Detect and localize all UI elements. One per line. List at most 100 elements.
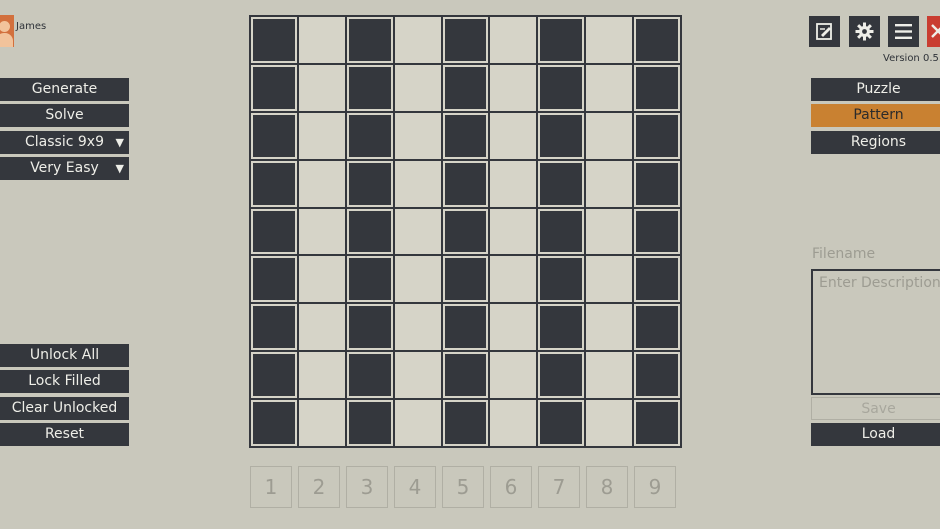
board-cell-r1c6[interactable] — [490, 17, 537, 63]
board-cell-r9c1[interactable] — [251, 400, 297, 446]
board-cell-r5c8[interactable] — [586, 208, 633, 255]
variant-dropdown[interactable]: Classic 9x9 ▼ — [0, 131, 129, 154]
board-cell-r9c9[interactable] — [634, 400, 680, 446]
board-cell-r1c2[interactable] — [298, 17, 345, 63]
tab-pattern[interactable]: Pattern — [811, 104, 940, 127]
board-cell-r7c4[interactable] — [394, 304, 441, 351]
board-cell-r4c6[interactable] — [490, 160, 537, 207]
board-cell-r7c9[interactable] — [634, 304, 680, 351]
close-button[interactable] — [927, 16, 940, 47]
board-cell-r7c7[interactable] — [538, 304, 585, 351]
board-cell-r5c5[interactable] — [442, 208, 489, 255]
board-cell-r2c4[interactable] — [394, 64, 441, 111]
board-cell-r8c7[interactable] — [538, 352, 585, 399]
load-button[interactable]: Load — [811, 423, 940, 446]
board-cell-r9c3[interactable] — [346, 400, 393, 446]
board-cell-r9c5[interactable] — [442, 400, 489, 446]
lock-filled-button[interactable]: Lock Filled — [0, 370, 129, 393]
board-cell-r8c4[interactable] — [394, 352, 441, 399]
board-cell-r6c4[interactable] — [394, 256, 441, 303]
number-button-5[interactable]: 5 — [442, 466, 484, 508]
board-cell-r5c6[interactable] — [490, 208, 537, 255]
board-cell-r6c2[interactable] — [298, 256, 345, 303]
board-cell-r2c2[interactable] — [298, 64, 345, 111]
board-cell-r9c8[interactable] — [586, 400, 633, 446]
board-cell-r6c9[interactable] — [634, 256, 680, 303]
description-input[interactable] — [811, 269, 940, 395]
board-cell-r5c1[interactable] — [251, 208, 297, 255]
board-cell-r4c4[interactable] — [394, 160, 441, 207]
board-cell-r9c7[interactable] — [538, 400, 585, 446]
number-button-4[interactable]: 4 — [394, 466, 436, 508]
board-cell-r3c9[interactable] — [634, 112, 680, 159]
board-cell-r6c6[interactable] — [490, 256, 537, 303]
settings-button[interactable] — [849, 16, 880, 47]
number-button-6[interactable]: 6 — [490, 466, 532, 508]
solve-button[interactable]: Solve — [0, 104, 129, 127]
board-cell-r3c4[interactable] — [394, 112, 441, 159]
board-cell-r4c8[interactable] — [586, 160, 633, 207]
board-cell-r5c2[interactable] — [298, 208, 345, 255]
number-button-2[interactable]: 2 — [298, 466, 340, 508]
number-button-9[interactable]: 9 — [634, 466, 676, 508]
board-cell-r2c5[interactable] — [442, 64, 489, 111]
board-cell-r2c9[interactable] — [634, 64, 680, 111]
unlock-all-button[interactable]: Unlock All — [0, 344, 129, 367]
reset-button[interactable]: Reset — [0, 423, 129, 446]
board-cell-r1c7[interactable] — [538, 17, 585, 63]
board-cell-r7c3[interactable] — [346, 304, 393, 351]
board-cell-r5c7[interactable] — [538, 208, 585, 255]
board-cell-r3c3[interactable] — [346, 112, 393, 159]
board-cell-r3c5[interactable] — [442, 112, 489, 159]
board-cell-r1c3[interactable] — [346, 17, 393, 63]
number-button-8[interactable]: 8 — [586, 466, 628, 508]
board-cell-r6c5[interactable] — [442, 256, 489, 303]
board-cell-r4c9[interactable] — [634, 160, 680, 207]
board-cell-r4c1[interactable] — [251, 160, 297, 207]
board-cell-r2c1[interactable] — [251, 64, 297, 111]
board-cell-r2c6[interactable] — [490, 64, 537, 111]
board-cell-r5c4[interactable] — [394, 208, 441, 255]
tab-puzzle[interactable]: Puzzle — [811, 78, 940, 101]
board-cell-r3c2[interactable] — [298, 112, 345, 159]
board-cell-r9c2[interactable] — [298, 400, 345, 446]
board-cell-r9c4[interactable] — [394, 400, 441, 446]
board-cell-r1c5[interactable] — [442, 17, 489, 63]
edit-button[interactable] — [809, 16, 840, 47]
board-cell-r3c8[interactable] — [586, 112, 633, 159]
board-cell-r8c3[interactable] — [346, 352, 393, 399]
board-cell-r7c6[interactable] — [490, 304, 537, 351]
board-cell-r2c3[interactable] — [346, 64, 393, 111]
board-cell-r2c7[interactable] — [538, 64, 585, 111]
board-cell-r2c8[interactable] — [586, 64, 633, 111]
board-cell-r9c6[interactable] — [490, 400, 537, 446]
board-cell-r5c9[interactable] — [634, 208, 680, 255]
generate-button[interactable]: Generate — [0, 78, 129, 101]
board-cell-r4c2[interactable] — [298, 160, 345, 207]
board-cell-r6c1[interactable] — [251, 256, 297, 303]
board-cell-r8c2[interactable] — [298, 352, 345, 399]
board-cell-r7c2[interactable] — [298, 304, 345, 351]
board-cell-r1c8[interactable] — [586, 17, 633, 63]
board-cell-r8c6[interactable] — [490, 352, 537, 399]
board-cell-r6c3[interactable] — [346, 256, 393, 303]
board-cell-r6c7[interactable] — [538, 256, 585, 303]
board-cell-r1c9[interactable] — [634, 17, 680, 63]
board-cell-r4c3[interactable] — [346, 160, 393, 207]
menu-button[interactable] — [888, 16, 919, 47]
number-button-7[interactable]: 7 — [538, 466, 580, 508]
board-cell-r7c1[interactable] — [251, 304, 297, 351]
board-cell-r5c3[interactable] — [346, 208, 393, 255]
board-cell-r8c9[interactable] — [634, 352, 680, 399]
board-cell-r7c5[interactable] — [442, 304, 489, 351]
board-cell-r8c5[interactable] — [442, 352, 489, 399]
board-cell-r7c8[interactable] — [586, 304, 633, 351]
avatar[interactable] — [0, 15, 14, 47]
board-cell-r3c7[interactable] — [538, 112, 585, 159]
board-cell-r4c5[interactable] — [442, 160, 489, 207]
board-cell-r6c8[interactable] — [586, 256, 633, 303]
number-button-1[interactable]: 1 — [250, 466, 292, 508]
board-cell-r3c1[interactable] — [251, 112, 297, 159]
difficulty-dropdown[interactable]: Very Easy ▼ — [0, 157, 129, 180]
board-cell-r4c7[interactable] — [538, 160, 585, 207]
